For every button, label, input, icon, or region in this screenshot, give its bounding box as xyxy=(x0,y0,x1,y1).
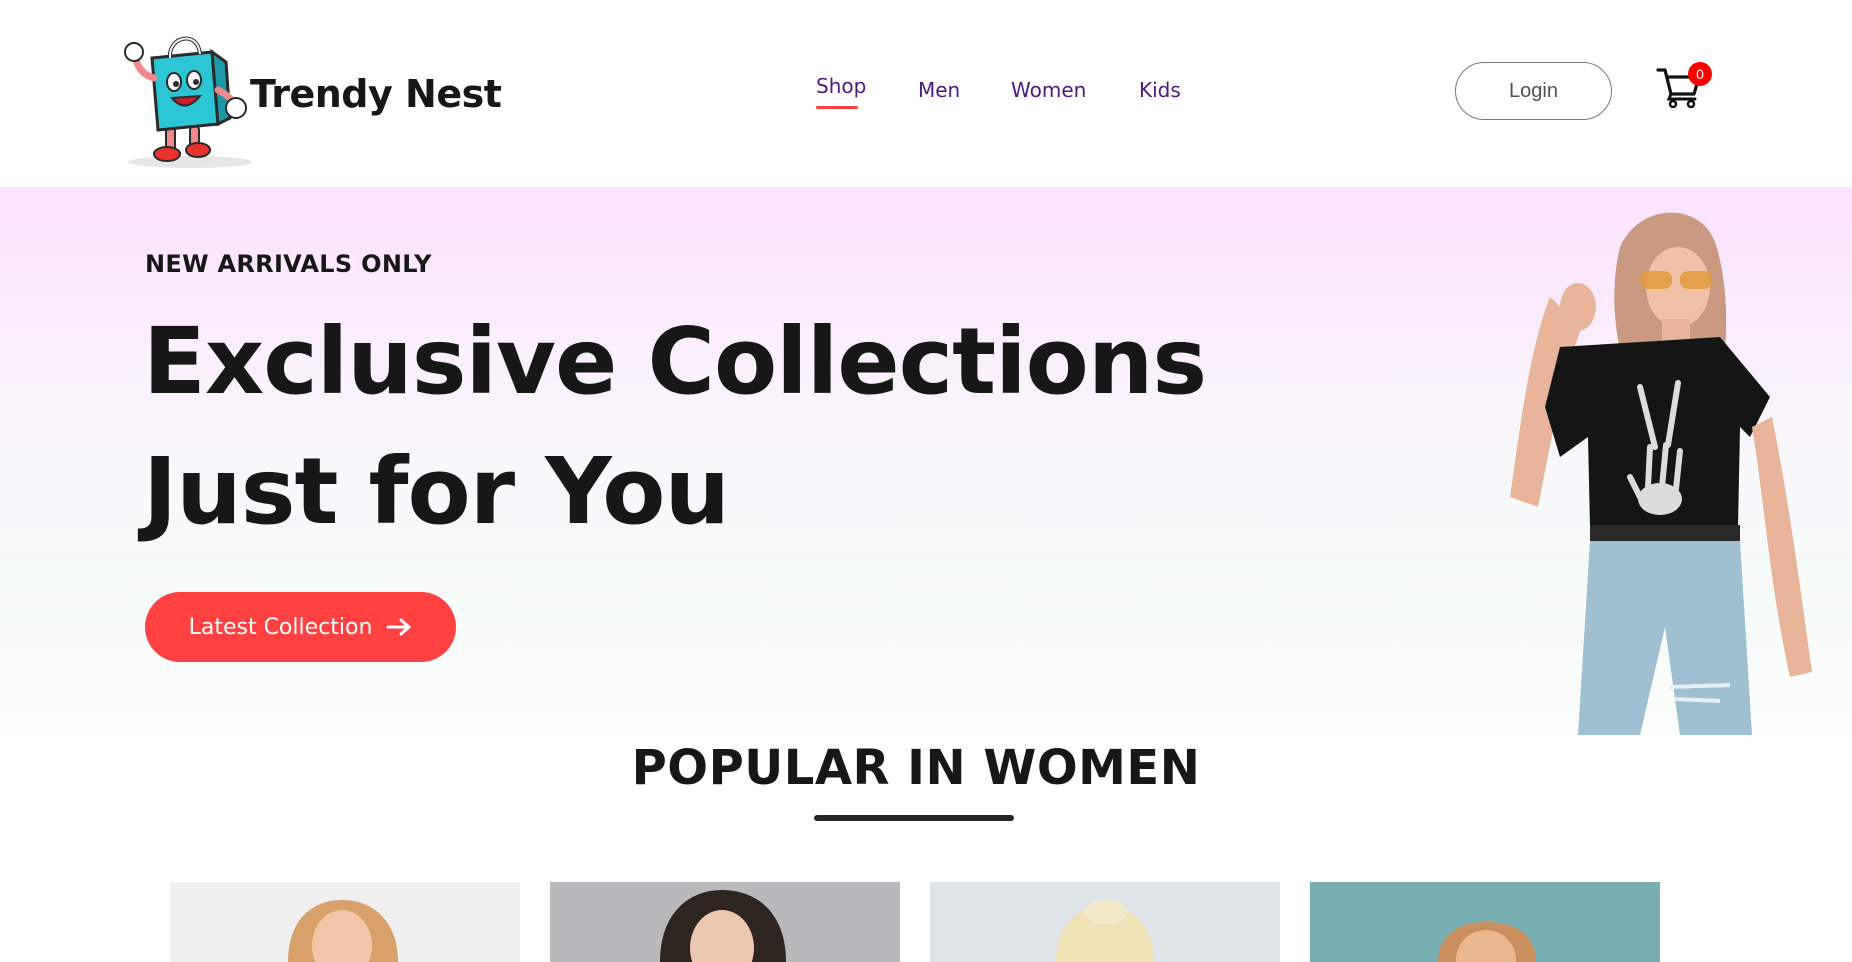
hero-model-image xyxy=(1510,212,1812,735)
nav-item-men[interactable]: Men xyxy=(918,78,960,102)
latest-collection-label: Latest Collection xyxy=(188,614,373,640)
brand-logo[interactable]: Trendy Nest xyxy=(118,18,502,170)
hero-eyebrow: NEW ARRIVALS ONLY xyxy=(145,250,432,278)
product-image xyxy=(1310,882,1660,962)
nav-item-women[interactable]: Women xyxy=(1011,78,1086,102)
nav-item-kids[interactable]: Kids xyxy=(1139,78,1181,102)
product-image xyxy=(550,882,900,962)
arrow-right-icon xyxy=(386,618,411,636)
section-divider xyxy=(814,815,1014,821)
cart-count-badge: 0 xyxy=(1688,62,1712,86)
product-card[interactable] xyxy=(930,882,1280,962)
nav-item-shop[interactable]: Shop xyxy=(816,74,866,98)
nav-active-indicator xyxy=(816,106,858,109)
popular-section-title: POPULAR IN WOMEN xyxy=(631,740,1201,796)
latest-collection-button[interactable]: Latest Collection xyxy=(145,592,456,662)
site-header: Trendy Nest Shop Men Women Kids Login 0 xyxy=(0,0,1852,187)
brand-name: Trendy Nest xyxy=(250,72,502,116)
product-image xyxy=(170,882,520,962)
hero-title: Exclusive Collections Just for You xyxy=(143,297,1343,557)
hero-section: NEW ARRIVALS ONLY Exclusive Collections … xyxy=(0,187,1852,735)
hero-title-line-2: Just for You xyxy=(143,438,730,545)
product-card[interactable] xyxy=(1310,882,1660,962)
product-image xyxy=(930,882,1280,962)
login-button[interactable]: Login xyxy=(1455,62,1612,120)
hero-title-line-1: Exclusive Collections xyxy=(143,308,1207,415)
product-card[interactable] xyxy=(550,882,900,962)
shopping-bag-mascot-icon xyxy=(124,36,252,168)
product-card[interactable] xyxy=(170,882,520,962)
